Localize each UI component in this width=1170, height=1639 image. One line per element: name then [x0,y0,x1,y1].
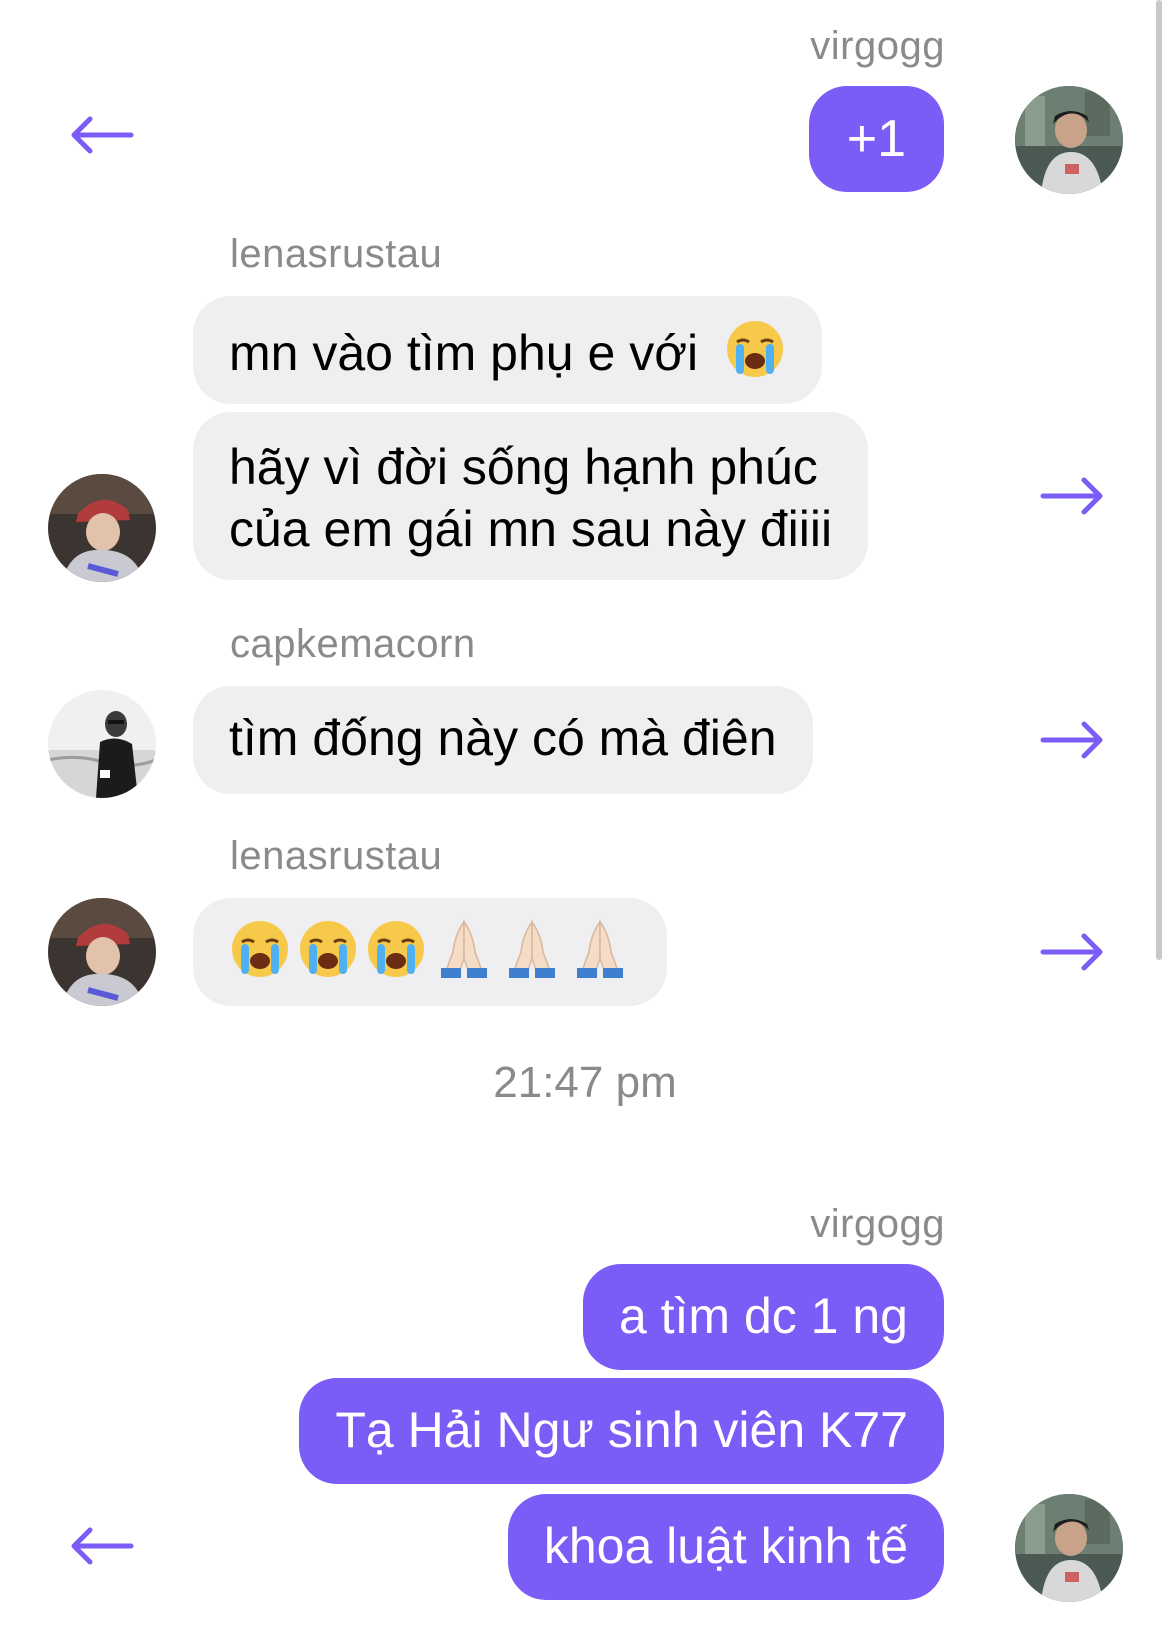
avatar-lenasrustau[interactable] [48,474,156,582]
message-bubble-outgoing[interactable]: a tìm dc 1 ng [582,1264,944,1370]
loudly-crying-face-icon [727,321,783,377]
arrow-left-icon[interactable] [68,1526,134,1566]
arrow-left-icon[interactable] [68,115,134,155]
message-bubble-incoming[interactable]: mn vào tìm phụ e với [193,296,822,404]
message-text: mn vào tìm phụ e với [229,325,699,381]
arrow-right-icon[interactable] [1040,476,1106,516]
message-text-line: của em gái mn sau này điiii [229,501,833,557]
message-bubble-outgoing[interactable]: Tạ Hải Ngư sinh viên K77 [299,1378,944,1484]
loudly-crying-face-icon [300,921,356,977]
loudly-crying-face-icon [232,921,288,977]
sender-name: virgogg [810,24,945,68]
sender-name: capkemacorn [230,622,476,666]
message-bubble-incoming[interactable]: tìm đống này có mà điên [193,686,813,794]
avatar-virgogg[interactable] [1015,86,1123,194]
timestamp: 21:47 pm [493,1058,677,1107]
message-bubble-incoming[interactable] [193,898,667,1006]
scrollbar[interactable] [1156,0,1162,960]
message-text-line: hãy vì đời sống hạnh phúc [229,439,818,495]
folded-hands-icon [441,919,487,978]
folded-hands-icon [577,919,623,978]
message-bubble-outgoing[interactable]: +1 [808,86,944,192]
avatar-capkemacorn[interactable] [48,690,156,798]
sender-name: lenasrustau [230,232,443,276]
avatar-lenasrustau[interactable] [48,898,156,1006]
loudly-crying-face-icon [368,921,424,977]
emoji-row [229,918,631,980]
chat-screen: virgogg +1 lenasrustau mn vào tìm phụ e … [0,0,1170,1639]
folded-hands-icon [509,919,555,978]
message-bubble-outgoing[interactable]: khoa luật kinh tế [507,1494,944,1600]
sender-name: virgogg [810,1202,945,1246]
sender-name: lenasrustau [230,834,443,878]
message-bubble-incoming[interactable]: hãy vì đời sống hạnh phúc của em gái mn … [193,412,869,580]
arrow-right-icon[interactable] [1040,932,1106,972]
avatar-virgogg[interactable] [1015,1494,1123,1602]
arrow-right-icon[interactable] [1040,720,1106,760]
